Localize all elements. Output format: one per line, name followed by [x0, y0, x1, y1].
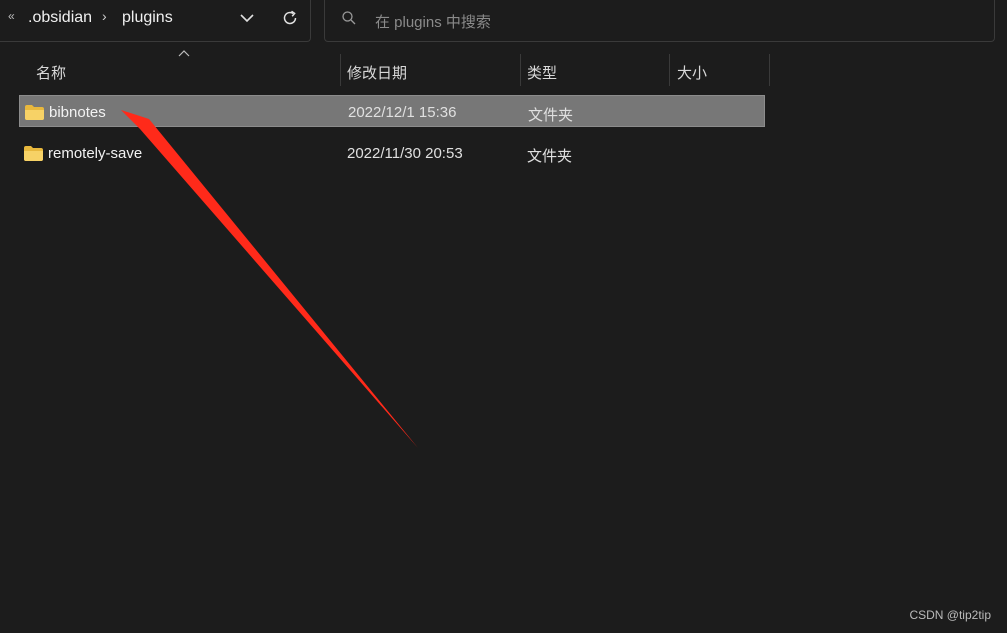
watermark: CSDN @tip2tip: [909, 608, 991, 622]
annotation-arrow: [121, 110, 418, 448]
